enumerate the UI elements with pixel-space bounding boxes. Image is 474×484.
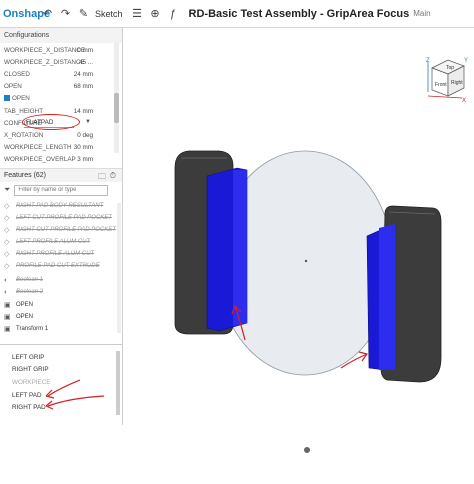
red-arrow-annotation: [47, 379, 81, 397]
view-cube[interactable]: Top Front Right Z X Y: [424, 54, 470, 104]
z-axis-label: Z: [426, 58, 430, 64]
workpiece-center: [304, 259, 308, 263]
y-axis-label: Y: [464, 58, 468, 64]
red-arrow-annotation: [47, 395, 105, 407]
left-pad-face: [233, 170, 247, 326]
x-axis-label: X: [462, 98, 466, 104]
viewport-pivot-indicator: [304, 447, 310, 453]
x-axis-line: [427, 95, 463, 99]
model-render[interactable]: [123, 28, 474, 479]
view-cube-top-label: Top: [446, 65, 454, 71]
graphics-viewport[interactable]: [123, 28, 474, 479]
right-pad-face: [379, 224, 395, 370]
view-cube-front-label: Front: [435, 82, 447, 88]
view-cube-right-label: Right: [451, 80, 463, 86]
